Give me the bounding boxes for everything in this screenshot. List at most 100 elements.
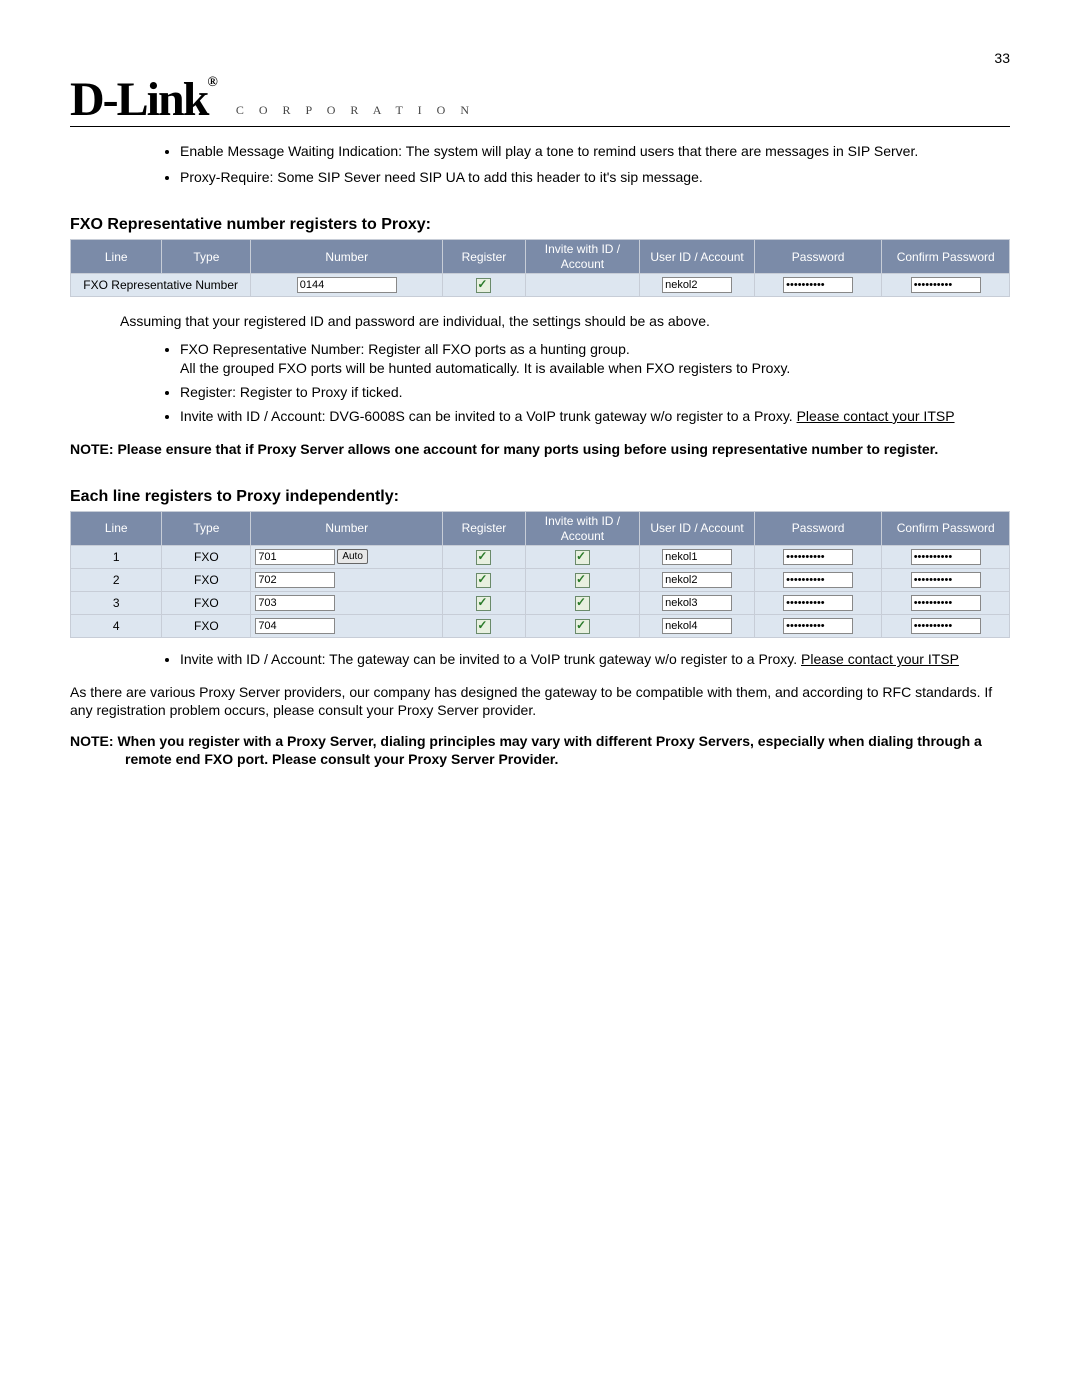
password-input[interactable] [783, 595, 853, 611]
userid-input[interactable] [662, 595, 732, 611]
cell-invite [525, 569, 640, 592]
cell-invite [525, 615, 640, 638]
th-line: Line [71, 512, 162, 546]
number-input[interactable] [297, 277, 397, 293]
cell-password [754, 569, 882, 592]
section1-title: FXO Representative number registers to P… [70, 216, 1010, 234]
register-checkbox-icon[interactable] [476, 573, 491, 588]
table-row: 3FXO [71, 592, 1010, 615]
section1-bullets: FXO Representative Number: Register all … [180, 340, 1010, 425]
section2-bullets: Invite with ID / Account: The gateway ca… [180, 650, 1010, 668]
table-header-row: Line Type Number Register Invite with ID… [71, 240, 1010, 274]
page-number: 33 [70, 50, 1010, 66]
cell-password [754, 592, 882, 615]
password-input[interactable] [783, 277, 853, 293]
cell-line: 3 [71, 592, 162, 615]
auto-button[interactable]: Auto [337, 549, 368, 564]
row-label: FXO Representative Number [71, 274, 251, 297]
cell-line: 2 [71, 569, 162, 592]
number-input[interactable] [255, 595, 335, 611]
cell-confirm [882, 274, 1010, 297]
userid-input[interactable] [662, 549, 732, 565]
cell-invite [525, 546, 640, 569]
cell-number: Auto [251, 546, 443, 569]
register-checkbox-icon[interactable] [476, 596, 491, 611]
password-input[interactable] [783, 572, 853, 588]
intro-bullet-list: Enable Message Waiting Indication: The s… [180, 142, 1010, 186]
intro-bullet: Proxy-Require: Some SIP Sever need SIP U… [180, 168, 1010, 186]
section1-after-text: Assuming that your registered ID and pas… [120, 312, 1010, 330]
table-row: 1FXOAuto [71, 546, 1010, 569]
cell-password [754, 274, 882, 297]
bullet-item: Register: Register to Proxy if ticked. [180, 383, 1010, 401]
bullet-item: Invite with ID / Account: The gateway ca… [180, 650, 1010, 668]
cell-confirm [882, 592, 1010, 615]
table-row: FXO Representative Number [71, 274, 1010, 297]
th-register: Register [443, 512, 525, 546]
table-row: 2FXO [71, 569, 1010, 592]
th-invite: Invite with ID / Account [525, 512, 640, 546]
th-type: Type [162, 240, 251, 274]
cell-userid [640, 615, 755, 638]
table-row: 4FXO [71, 615, 1010, 638]
cell-confirm [882, 546, 1010, 569]
register-checkbox-icon[interactable] [476, 278, 491, 293]
cell-userid [640, 592, 755, 615]
th-password: Password [754, 240, 882, 274]
invite-checkbox-icon[interactable] [575, 573, 590, 588]
cell-number [251, 274, 443, 297]
cell-password [754, 546, 882, 569]
section1-note: NOTE: Please ensure that if Proxy Server… [70, 440, 1010, 458]
confirm-password-input[interactable] [911, 595, 981, 611]
cell-userid [640, 274, 755, 297]
number-input[interactable] [255, 618, 335, 634]
cell-register [443, 569, 525, 592]
cell-number [251, 615, 443, 638]
password-input[interactable] [783, 549, 853, 565]
bullet-item: Invite with ID / Account: DVG-6008S can … [180, 407, 1010, 425]
cell-number [251, 569, 443, 592]
intro-bullet: Enable Message Waiting Indication: The s… [180, 142, 1010, 160]
number-input[interactable] [255, 572, 335, 588]
th-line: Line [71, 240, 162, 274]
register-checkbox-icon[interactable] [476, 550, 491, 565]
table-header-row: Line Type Number Register Invite with ID… [71, 512, 1010, 546]
th-password: Password [754, 512, 882, 546]
section2-title: Each line registers to Proxy independent… [70, 488, 1010, 506]
cell-register [443, 274, 525, 297]
th-number: Number [251, 512, 443, 546]
cell-type: FXO [162, 569, 251, 592]
confirm-password-input[interactable] [911, 277, 981, 293]
itsp-link: Please contact your ITSP [797, 408, 955, 424]
th-userid: User ID / Account [640, 240, 755, 274]
cell-register [443, 615, 525, 638]
invite-checkbox-icon[interactable] [575, 550, 590, 565]
cell-register [443, 546, 525, 569]
section2-note: NOTE: When you register with a Proxy Ser… [70, 732, 1010, 768]
cell-invite [525, 274, 640, 297]
invite-checkbox-icon[interactable] [575, 619, 590, 634]
number-input[interactable] [255, 549, 335, 565]
cell-password [754, 615, 882, 638]
th-userid: User ID / Account [640, 512, 755, 546]
th-number: Number [251, 240, 443, 274]
th-confirm: Confirm Password [882, 512, 1010, 546]
cell-confirm [882, 569, 1010, 592]
invite-checkbox-icon[interactable] [575, 596, 590, 611]
cell-register [443, 592, 525, 615]
userid-input[interactable] [662, 572, 732, 588]
confirm-password-input[interactable] [911, 549, 981, 565]
cell-confirm [882, 615, 1010, 638]
th-invite: Invite with ID / Account [525, 240, 640, 274]
logo-brand: D-Link® [70, 76, 216, 124]
register-checkbox-icon[interactable] [476, 619, 491, 634]
cell-invite [525, 592, 640, 615]
userid-input[interactable] [662, 618, 732, 634]
userid-input[interactable] [662, 277, 732, 293]
fxo-rep-table: Line Type Number Register Invite with ID… [70, 239, 1010, 297]
confirm-password-input[interactable] [911, 572, 981, 588]
confirm-password-input[interactable] [911, 618, 981, 634]
header-logo: D-Link® C O R P O R A T I O N [70, 76, 1010, 127]
password-input[interactable] [783, 618, 853, 634]
cell-type: FXO [162, 592, 251, 615]
